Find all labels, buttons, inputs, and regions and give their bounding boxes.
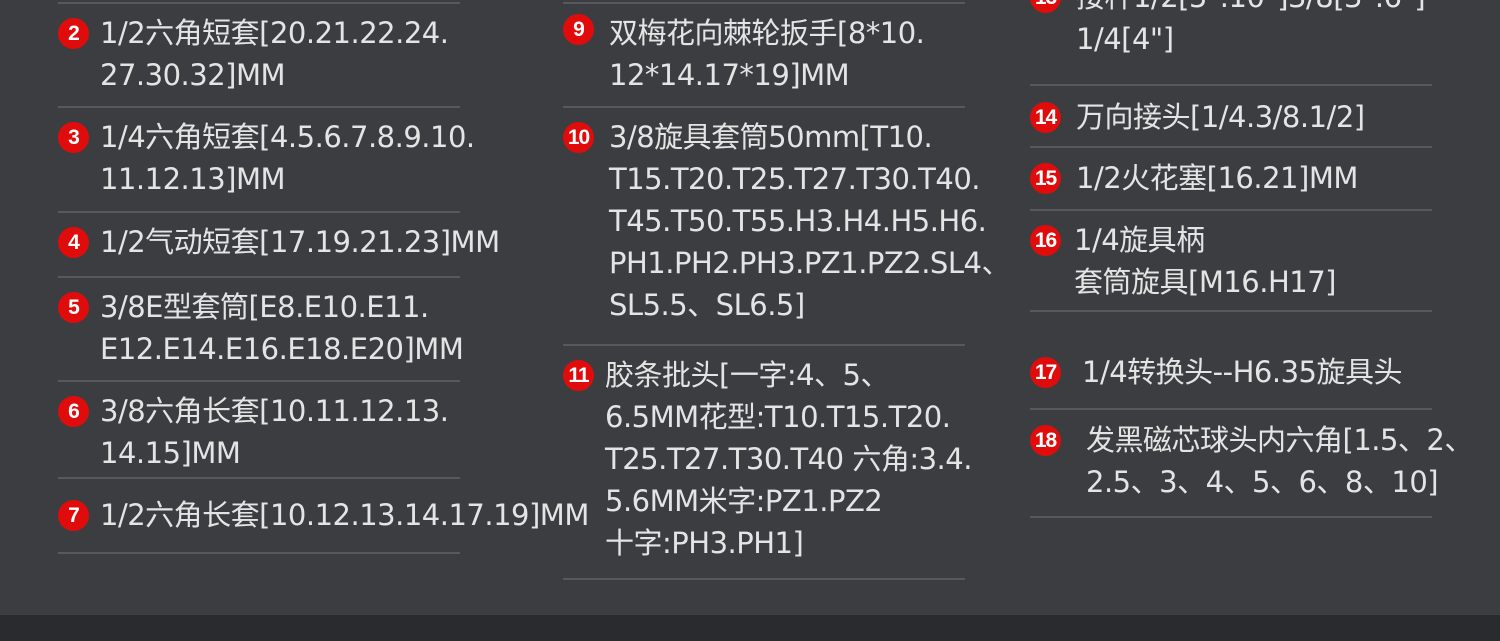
item-number-badge: 7 xyxy=(58,500,89,531)
item-description: 万向接头[1/4.3/8.1/2] xyxy=(1076,100,1365,134)
item-number-badge: 14 xyxy=(1030,102,1061,133)
divider xyxy=(58,380,460,382)
divider xyxy=(58,276,460,278)
item-number-badge: 3 xyxy=(58,122,89,153)
item-description: 接杆1/2[5".10"]3/8[3".6"] 1/4[4"] xyxy=(1076,0,1426,56)
divider xyxy=(563,106,965,108)
item-number-badge: 6 xyxy=(58,396,89,427)
item-description: 3/8旋具套筒50mm[T10. T15.T20.T25.T27.T30.T40… xyxy=(609,120,1010,322)
divider xyxy=(1030,310,1432,312)
item-number-badge: 5 xyxy=(58,292,89,323)
item-number-badge: 9 xyxy=(563,14,594,45)
divider xyxy=(1030,84,1432,86)
item-description: 1/2六角长套[10.12.13.14.17.19]MM xyxy=(100,498,589,532)
item-description: 胶条批头[一字:4、5、 6.5MM花型:T10.T15.T20. T25.T2… xyxy=(605,358,972,560)
divider xyxy=(58,106,460,108)
item-description: 发黑磁芯球头内六角[1.5、2、 2.5、3、4、5、6、8、10] xyxy=(1086,423,1473,499)
divider xyxy=(563,344,965,346)
item-description: 1/2气动短套[17.19.21.23]MM xyxy=(100,225,500,259)
divider xyxy=(58,552,460,554)
divider xyxy=(563,2,965,4)
footer-bar xyxy=(0,615,1500,641)
item-number-badge: 15 xyxy=(1030,163,1061,194)
divider xyxy=(1030,146,1432,148)
item-description: 1/4六角短套[4.5.6.7.8.9.10. 11.12.13]MM xyxy=(100,120,475,196)
item-number-badge: 13 xyxy=(1030,0,1061,13)
item-description: 1/2火花塞[16.21]MM xyxy=(1076,161,1358,195)
divider xyxy=(1030,408,1432,410)
item-number-badge: 10 xyxy=(563,122,594,153)
item-number-badge: 2 xyxy=(58,18,89,49)
item-number-badge: 16 xyxy=(1030,225,1061,256)
divider xyxy=(563,578,965,580)
item-number-badge: 17 xyxy=(1030,357,1061,388)
item-description: 1/4转换头--H6.35旋具头 xyxy=(1082,355,1402,389)
item-description: 1/2六角短套[20.21.22.24. 27.30.32]MM xyxy=(100,16,449,92)
item-number-badge: 11 xyxy=(563,360,594,391)
item-description: 3/8E型套筒[E8.E10.E11. E12.E14.E16.E18.E20]… xyxy=(100,290,464,366)
divider xyxy=(1030,209,1432,211)
item-number-badge: 18 xyxy=(1030,425,1061,456)
item-description: 1/4旋具柄 套筒旋具[M16.H17] xyxy=(1074,223,1336,299)
divider xyxy=(58,477,460,479)
divider xyxy=(58,2,460,4)
item-description: 3/8六角长套[10.11.12.13. 14.15]MM xyxy=(100,394,449,470)
divider xyxy=(1030,516,1432,518)
divider xyxy=(58,211,460,213)
item-number-badge: 4 xyxy=(58,227,89,258)
item-description: 双梅花向棘轮扳手[8*10. 12*14.17*19]MM xyxy=(609,16,925,92)
